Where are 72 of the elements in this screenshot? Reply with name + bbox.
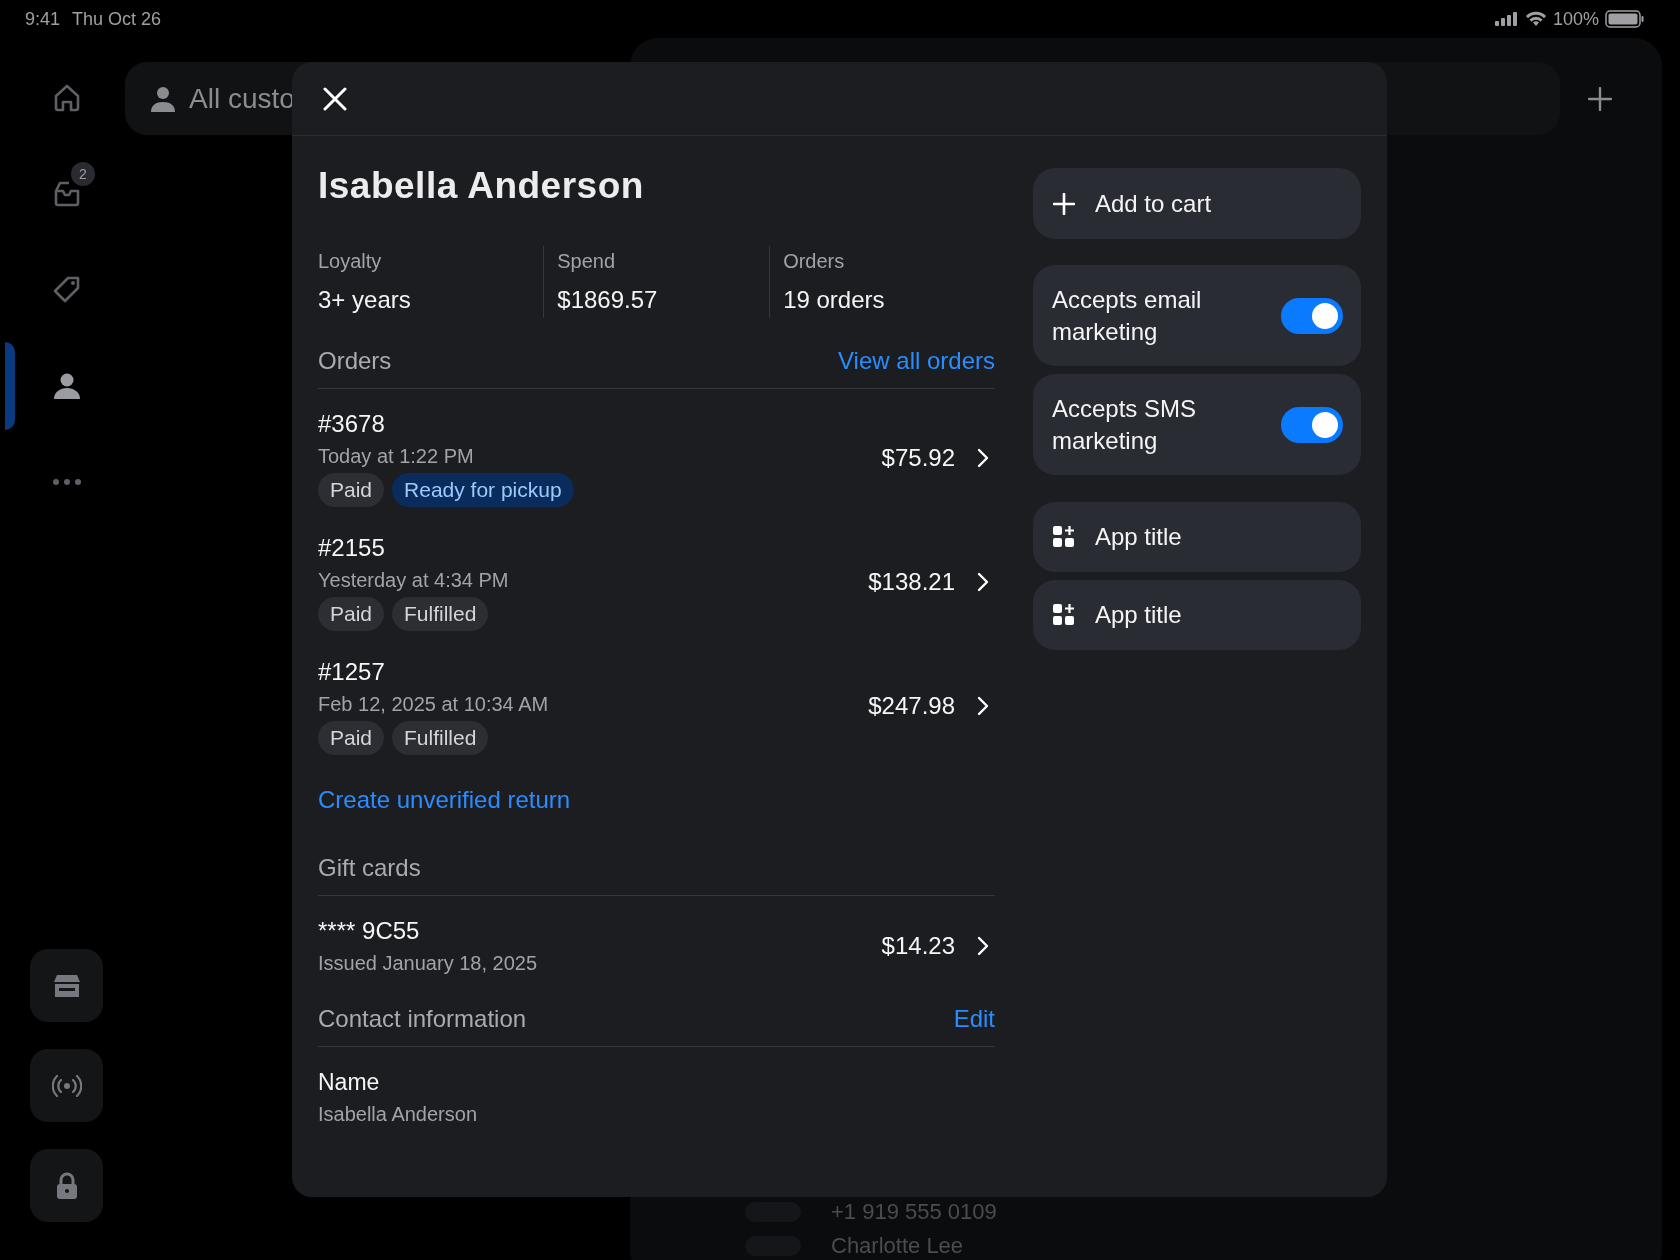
payment-tag: Paid (318, 472, 385, 507)
section-title: Contact information (318, 1003, 527, 1034)
app-grid-icon (1053, 604, 1075, 626)
plus-icon (1053, 192, 1075, 215)
field-label: Name (318, 1067, 380, 1097)
order-total: $138.21 (868, 566, 955, 597)
person-icon (151, 85, 175, 112)
customer-name: Isabella Anderson (318, 164, 645, 208)
app-button[interactable]: App title (1033, 502, 1361, 572)
order-date: Yesterday at 4:34 PM (318, 567, 509, 593)
order-date: Today at 1:22 PM (318, 443, 475, 469)
lock-icon (54, 1171, 79, 1200)
gift-card-issued: Issued January 18, 2025 (318, 950, 538, 976)
stat-label: Loyalty (318, 248, 383, 274)
field-value: Isabella Anderson (318, 1101, 477, 1127)
order-row[interactable]: #2155 Yesterday at 4:34 PM Paid Fulfilled $138.21 (318, 532, 995, 631)
person-icon (51, 371, 82, 401)
payment-tag: Paid (318, 596, 385, 631)
wifi-icon (1524, 11, 1547, 27)
store-button[interactable] (30, 949, 103, 1022)
section-link[interactable]: Edit (953, 1003, 995, 1034)
count-badge: 2 (71, 162, 95, 186)
gift-card-row[interactable]: **** 9C55 Issued January 18, 2025 $14.23 (318, 915, 995, 976)
broadcast-button[interactable] (30, 1049, 103, 1122)
stat-value: 19 orders (783, 284, 886, 315)
customer-list-text: Charlotte Lee (831, 1233, 964, 1259)
battery-icon (1605, 10, 1645, 28)
stat-value: $1869.57 (557, 284, 659, 315)
toggle-label: Accepts email marketing (1052, 284, 1203, 347)
order-date: Feb 12, 2025 at 10:34 AM (318, 691, 549, 717)
section-link[interactable]: View all orders (838, 345, 995, 376)
chevron-icon (977, 695, 989, 716)
section-title: Gift cards (318, 852, 421, 883)
gift-card-code: **** 9C55 (318, 915, 421, 946)
gift-card-balance: $14.23 (881, 930, 955, 961)
customer-list-text: +1 919 555 0109 (831, 1199, 997, 1225)
close-icon (323, 86, 347, 111)
payment-tag: Paid (318, 720, 385, 755)
order-number: #2155 (318, 532, 386, 563)
return-link[interactable]: Create unverified return (318, 784, 571, 815)
add-icon[interactable] (1588, 86, 1612, 111)
broadcast-icon (51, 1074, 82, 1097)
order-total: $75.92 (881, 442, 955, 473)
payment-tag: Fulfilled (392, 720, 489, 755)
stat-label: Spend (557, 248, 617, 274)
signal-icon (1494, 12, 1519, 26)
battery-percent: 100% (1552, 7, 1599, 31)
payment-tag: Fulfilled (392, 596, 489, 631)
app-button[interactable]: App title (1033, 580, 1361, 650)
more-icon (51, 478, 82, 486)
toggle-label: Accepts SMS marketing (1052, 393, 1198, 456)
order-number: #3678 (318, 408, 386, 439)
stat-label: Orders (783, 248, 846, 274)
add-to-cart-button[interactable]: Add to cart (1033, 168, 1361, 239)
lock-button[interactable] (30, 1149, 103, 1222)
order-number: #1257 (318, 656, 386, 687)
chevron-icon (977, 447, 989, 468)
status-tag: Ready for pickup (392, 472, 574, 507)
chevron-icon (977, 935, 989, 956)
status-time: 9:41 (25, 7, 61, 31)
order-total: $247.98 (868, 690, 955, 721)
app-grid-icon (1053, 526, 1075, 548)
section-title: Orders (318, 345, 392, 376)
order-row[interactable]: #3678 Today at 1:22 PM Paid Ready for pickup $75.92 (318, 408, 995, 507)
store-icon (52, 972, 81, 999)
toggle-switch[interactable] (1281, 297, 1343, 334)
order-row[interactable]: #1257 Feb 12, 2025 at 10:34 AM Paid Fulfilled $247.98 (318, 656, 995, 755)
toggle-switch[interactable] (1281, 406, 1343, 443)
stat-value: 3+ years (318, 284, 412, 315)
status-date: Thu Oct 26 (72, 7, 162, 31)
tag-icon (51, 275, 82, 305)
chevron-icon (977, 571, 989, 592)
